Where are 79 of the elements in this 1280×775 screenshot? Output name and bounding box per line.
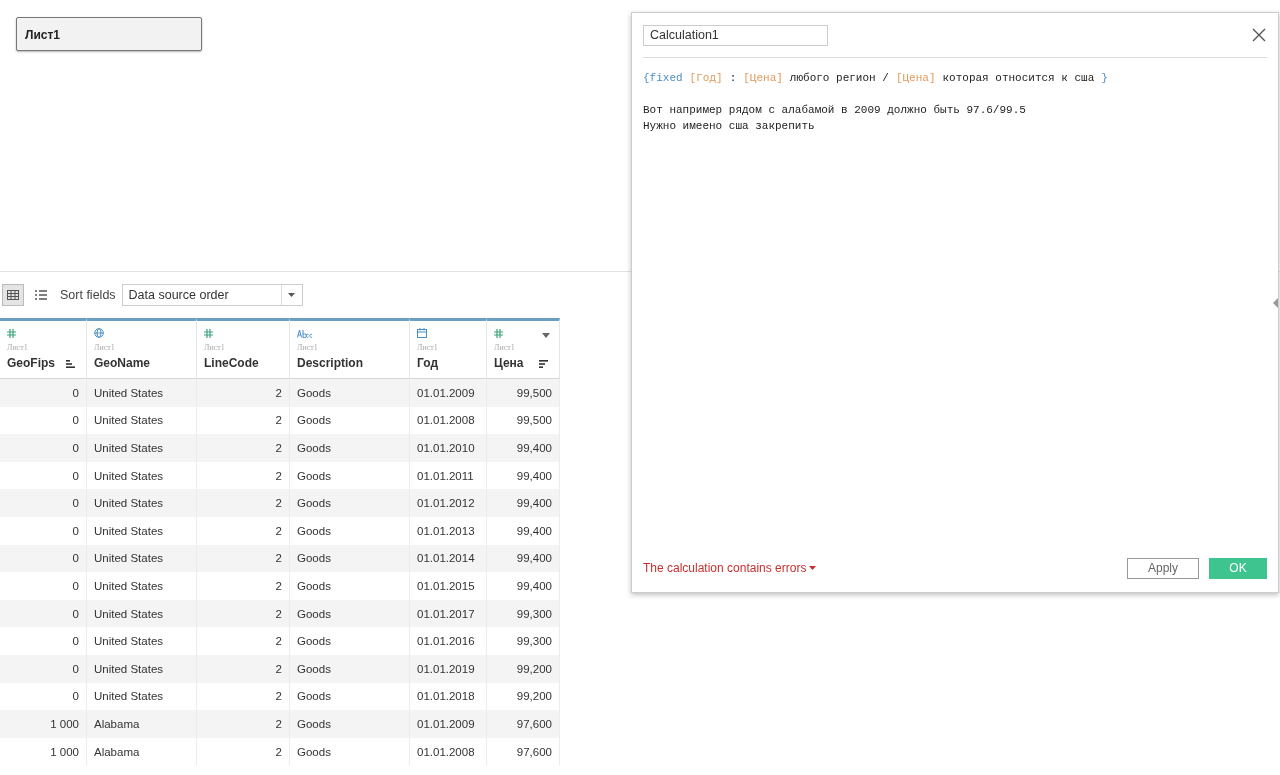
globe-icon [94, 328, 104, 338]
table-cell: 01.01.2012 [410, 489, 487, 517]
collapse-arrow-icon[interactable] [1273, 298, 1278, 308]
code-line: Нужно имеено сша закрепить [643, 120, 815, 132]
table-cell: United States [87, 544, 197, 573]
table-cell: 01.01.2019 [410, 654, 487, 683]
sort-icon[interactable] [66, 360, 76, 369]
caret-icon [288, 293, 296, 297]
sort-fields-label: Sort fields [60, 288, 116, 302]
table-cell: 1 000 [0, 710, 87, 738]
table-cell: United States [87, 489, 197, 517]
caret-icon[interactable] [542, 333, 550, 338]
calculation-name-field[interactable]: Calculation1 [643, 24, 828, 46]
source-label: Лист1 [417, 343, 439, 352]
table-cell: 01.01.2017 [410, 599, 487, 628]
close-icon[interactable] [1251, 27, 1267, 43]
table-cell: 2 [197, 544, 290, 573]
text-type-icon [297, 328, 313, 338]
table-cell: 2 [197, 434, 290, 462]
table-cell: 99,400 [487, 544, 560, 573]
table-cell: 2 [197, 710, 290, 738]
sheet-tab[interactable]: Лист1 [16, 17, 202, 51]
source-label: Лист1 [7, 343, 29, 352]
table-cell: United States [87, 599, 197, 628]
table-cell: 01.01.2009 [410, 379, 487, 407]
list-icon [35, 290, 47, 300]
table-cell: 2 [197, 654, 290, 683]
source-label: Лист1 [494, 343, 516, 352]
error-message-link[interactable]: The calculation contains errors [643, 561, 817, 575]
code-line: {fixed [Год] : [Цена] любого регион / [Цена] которая относится к сша } [643, 72, 1109, 84]
table-cell: Goods [290, 654, 410, 683]
table-cell: 0 [0, 489, 87, 517]
grid-icon [7, 290, 19, 300]
column-name: LineCode [204, 356, 259, 370]
source-label: Лист1 [94, 343, 116, 352]
table-cell: 0 [0, 379, 87, 407]
grid-view-button[interactable] [2, 284, 24, 306]
table-cell: 99,300 [487, 599, 560, 628]
table-cell: 97,600 [487, 710, 560, 738]
table-cell: 0 [0, 654, 87, 683]
table-cell: 99,400 [487, 434, 560, 462]
calendar-icon [417, 328, 427, 338]
table-cell: Goods [290, 489, 410, 517]
table-cell: Alabama [87, 710, 197, 738]
hash-icon [7, 328, 16, 338]
source-label: Лист1 [297, 343, 319, 352]
table-cell: 2 [197, 599, 290, 628]
table-cell: Goods [290, 379, 410, 407]
table-cell: Goods [290, 544, 410, 573]
table-cell: 0 [0, 544, 87, 573]
table-cell: 0 [0, 599, 87, 628]
table-cell: 99,400 [487, 489, 560, 517]
hash-icon [204, 328, 213, 338]
table-cell: Goods [290, 710, 410, 738]
column-name: Год [417, 356, 438, 370]
sort-icon[interactable] [539, 360, 549, 369]
table-cell: 99,200 [487, 654, 560, 683]
code-line: Вот например рядом с алабамой в 2009 должно быть 97.6/99.5 [643, 104, 1026, 116]
column-name: GeoFips [7, 356, 55, 370]
column-name: Description [297, 356, 363, 370]
sort-order-dropdown[interactable]: Data source order [121, 284, 303, 306]
table-cell: 2 [197, 379, 290, 407]
table-cell: 99,500 [487, 379, 560, 407]
table-cell: 2 [197, 489, 290, 517]
table-cell: 0 [0, 434, 87, 462]
table-cell: United States [87, 434, 197, 462]
table-cell: 01.01.2014 [410, 544, 487, 573]
table-cell: Goods [290, 434, 410, 462]
hash-icon [494, 328, 503, 338]
table-cell: United States [87, 654, 197, 683]
table-cell: 01.01.2010 [410, 434, 487, 462]
apply-button[interactable]: Apply [1127, 557, 1199, 579]
table-cell: Goods [290, 599, 410, 628]
table-cell: United States [87, 379, 197, 407]
column-name: Цена [494, 356, 524, 370]
source-label: Лист1 [204, 343, 226, 352]
caret-icon [809, 566, 817, 570]
column-name: GeoName [94, 356, 151, 370]
table-cell: 01.01.2009 [410, 710, 487, 738]
